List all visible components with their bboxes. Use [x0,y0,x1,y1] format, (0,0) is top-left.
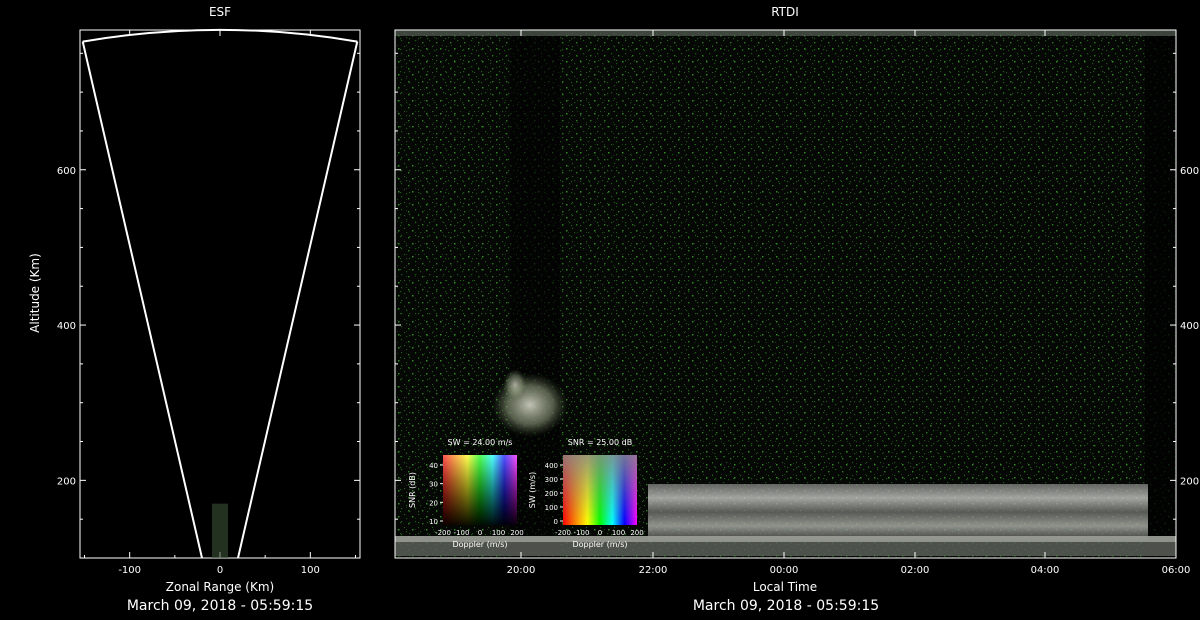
legend2-title: SNR = 25.00 dB [568,438,632,447]
rtdi-xtick-label: 04:00 [1031,565,1060,576]
legend-xtick-label: -200 [555,529,571,537]
legend-ytick-label: 200 [545,490,558,498]
rtdi-xtick-label: 00:00 [770,565,799,576]
legend-xtick-label: -200 [435,529,451,537]
legend-xtick-label: 0 [478,529,482,537]
legend2-xlabel: Doppler (m/s) [572,540,627,549]
legend-ytick-label: 20 [429,499,438,507]
legend-xtick-label: 200 [510,529,523,537]
esf-echo [212,503,228,558]
esf-xtick-label: 0 [217,565,223,576]
rtdi-ytick-label: 400 [1180,321,1199,332]
legend-xtick-label: 100 [492,529,505,537]
esf-xtick-label: -100 [118,565,141,576]
legend-ytick-label: 40 [429,462,438,470]
rtdi-xtick-label: 22:00 [639,565,668,576]
legend1-colorbox [443,455,517,525]
esf-plot-frame [79,29,361,559]
charts-canvas: -100 0 100200400600 20:00 22:00 00:00 02:00 04… [57,28,1199,576]
esf-ytick-label: 400 [57,321,76,332]
rtdi-xtick-label: 06:00 [1162,565,1191,576]
rtdi-xtick-label: 02:00 [901,565,930,576]
legend1-xlabel: Doppler (m/s) [452,540,507,549]
legend-ytick-label: 400 [545,462,558,470]
rtdi-ytick-label: 600 [1180,166,1199,177]
legend-xtick-label: 0 [598,529,602,537]
legend-xtick-label: -100 [454,529,470,537]
legend-xtick-label: 200 [630,529,643,537]
legend-xtick-label: 100 [612,529,625,537]
legend1-title: SW = 24.00 m/s [448,438,513,447]
legend2-colorbox [563,455,637,525]
esf-xtick-label: 100 [301,565,320,576]
legend-ytick-label: 10 [429,518,438,526]
rtdi-xtick-label: 20:00 [507,565,536,576]
legend-ytick-label: 300 [545,476,558,484]
legend-ytick-label: 100 [545,504,558,512]
legend1-ylabel: SNR (dB) [408,472,417,508]
rtdi-ytick-label: 200 [1180,476,1199,487]
legend2-ylabel: SW (m/s) [528,472,537,508]
legend-ytick-label: 30 [429,481,438,489]
esf-ytick-label: 200 [57,476,76,487]
esf-ytick-label: 600 [57,166,76,177]
legend-ytick-label: 0 [554,518,558,526]
legend-xtick-label: -100 [574,529,590,537]
